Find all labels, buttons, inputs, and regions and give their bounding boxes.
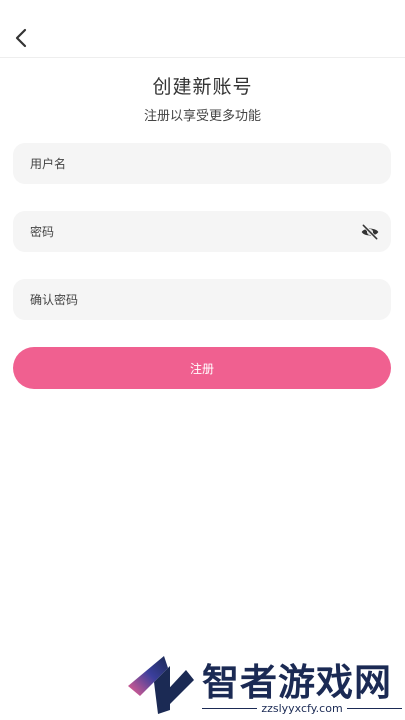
divider [346, 708, 402, 709]
watermark-url-row: zzslyyxcfy.com [202, 702, 402, 715]
top-bar [0, 0, 405, 58]
password-input[interactable] [13, 211, 391, 252]
register-button[interactable]: 注册 [13, 347, 391, 389]
username-input[interactable] [13, 143, 391, 184]
confirm-password-field-container [13, 279, 391, 320]
eye-off-icon [361, 223, 379, 241]
page-title: 创建新账号 [152, 76, 253, 98]
page-subtitle: 注册以享受更多功能 [143, 109, 261, 124]
watermark: 智者游戏网 zzslyyxcfy.com [124, 650, 405, 720]
toggle-password-visibility-button[interactable] [359, 221, 381, 243]
watermark-url: zzslyyxcfy.com [261, 702, 343, 715]
divider [202, 708, 258, 709]
watermark-name: 智者游戏网 [202, 661, 392, 704]
confirm-password-input[interactable] [13, 279, 391, 320]
username-field-container [13, 143, 391, 184]
chevron-left-icon [15, 28, 27, 48]
password-field-container [13, 211, 391, 252]
watermark-logo-icon [128, 656, 194, 714]
back-button[interactable] [8, 24, 34, 52]
